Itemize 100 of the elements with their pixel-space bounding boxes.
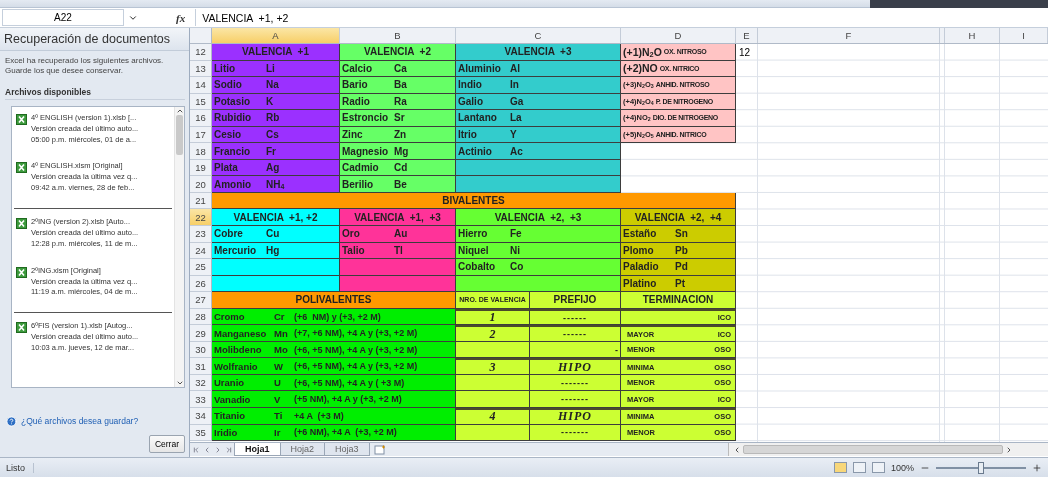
element-symbol: Rb (266, 112, 280, 124)
row-header[interactable]: 33 (190, 391, 212, 409)
row-header[interactable]: 27 (190, 292, 212, 309)
element-name: Uranio (214, 377, 246, 389)
element-name: Paladio (623, 261, 660, 273)
slider-thumb[interactable] (978, 461, 984, 474)
header-cell: BIVALENTES (212, 192, 736, 210)
element-symbol: V (274, 393, 282, 405)
element-name: Oro (342, 228, 361, 240)
scroll-thumb[interactable] (743, 445, 1003, 454)
row-header[interactable]: 29 (190, 325, 212, 342)
element-symbol: Na (266, 79, 279, 91)
element-symbol: Co (510, 261, 524, 273)
column-header[interactable]: C (456, 28, 621, 43)
row-header[interactable]: 14 (190, 77, 212, 94)
scroll-left-icon[interactable] (733, 445, 741, 454)
row-header[interactable]: 22 (190, 209, 212, 226)
element-name: Niquel (458, 244, 490, 256)
header-cell: VALENCIA +1, +2 (212, 209, 340, 226)
element-name: Radio (342, 95, 371, 107)
spreadsheet-file-icon (16, 113, 27, 125)
close-button[interactable]: Cerrar (148, 434, 185, 453)
row-header[interactable]: 18 (190, 143, 212, 160)
row-header[interactable]: 20 (190, 176, 212, 193)
column-header[interactable]: H (945, 28, 1000, 43)
element-name: Potasio (214, 95, 252, 107)
row-header[interactable]: 12 (190, 44, 212, 61)
sheet-tab[interactable]: Hoja3 (324, 443, 370, 456)
column-header[interactable]: I (1000, 28, 1048, 43)
element-name: Rubidio (214, 112, 253, 124)
formula-field[interactable]: VALENCIA +1, +2 (195, 9, 1048, 26)
sheet-tab[interactable]: Hoja1 (234, 443, 281, 456)
sheet-tab[interactable]: Hoja2 (279, 443, 326, 456)
element-symbol: Hg (266, 244, 280, 256)
list-title: Archivos disponibles (5, 86, 185, 100)
column-header[interactable]: B (340, 28, 456, 43)
element-symbol: Cr (274, 311, 286, 322)
column-header[interactable]: F (758, 28, 940, 43)
element-name: Estroncio (342, 112, 390, 124)
oxide-formula: (+1)N$_{2}$O (623, 45, 662, 58)
element-name: Bario (342, 79, 369, 91)
element-name: Plata (214, 162, 239, 174)
element-symbol: Mo (274, 344, 289, 356)
element-symbol: Ga (510, 95, 524, 107)
scrollbar[interactable] (174, 106, 184, 387)
function-label[interactable]: fx (176, 11, 186, 24)
element-symbol: Cu (266, 228, 280, 240)
name-box[interactable]: A22 (2, 9, 124, 26)
element-name: Molibdeno (214, 344, 263, 356)
element-symbol: Mn (274, 327, 289, 339)
element-name: Hierro (458, 228, 489, 240)
element-name: Itrio (458, 129, 478, 140)
element-name: Lantano (458, 112, 498, 124)
scroll-thumb[interactable] (176, 114, 183, 155)
element-name: Cadmio (342, 162, 380, 174)
spreadsheet-file-icon (16, 162, 27, 174)
row-header[interactable]: 16 (190, 110, 212, 127)
element-name: Sodio (214, 79, 243, 91)
valence-note: (+6 NM) y (+3, +2 M) (294, 311, 381, 322)
page-break-icon[interactable] (871, 462, 885, 473)
element-name: Cesio (214, 129, 243, 140)
row-header[interactable]: 34 (190, 408, 212, 425)
element-symbol: Ir (274, 426, 282, 438)
column-header[interactable]: D (621, 28, 736, 43)
scroll-right-icon[interactable] (1005, 445, 1013, 454)
normal-view-icon[interactable] (833, 462, 847, 473)
scrollbar[interactable] (728, 443, 1048, 456)
element-symbol: NH$_{4}$ (266, 178, 285, 190)
header-cell: VALENCIA +1 (212, 44, 340, 61)
dash-text: ------ (563, 312, 587, 323)
element-symbol: Pd (675, 261, 688, 273)
column-header[interactable]: E (736, 28, 758, 43)
new-sheet-icon[interactable] (373, 444, 386, 455)
column-header[interactable]: A (212, 28, 340, 43)
element-symbol: Ra (394, 95, 407, 107)
header-cell: TERMINACION (621, 292, 736, 309)
valence-note: (+6, +5 NM), +4 A y (+3, +2 M) (294, 361, 418, 372)
valence-number: 2 (489, 327, 496, 341)
help-icon (6, 415, 17, 427)
table-cell-text: 12 (738, 45, 752, 60)
element-name: Berilio (342, 178, 375, 190)
element-symbol: Pb (675, 244, 688, 256)
row-header[interactable]: 23 (190, 226, 212, 243)
element-name: Litio (214, 62, 237, 74)
element-symbol: Tl (394, 244, 403, 256)
element-name: Galio (458, 95, 484, 107)
header-cell: VALENCIA +2, +4 (621, 209, 736, 226)
element-name: Cobre (214, 228, 244, 240)
element-name: Iridio (214, 426, 239, 438)
row-header[interactable]: 31 (190, 358, 212, 375)
element-name: Magnesio (342, 145, 390, 157)
dash-text: ------- (561, 394, 589, 405)
page-layout-icon[interactable] (852, 462, 866, 473)
help-link[interactable]: ¿Qué archivos desea guardar? (6, 415, 189, 427)
element-symbol: Al (510, 62, 520, 74)
element-symbol: Ni (510, 244, 520, 256)
row-header[interactable]: 25 (190, 259, 212, 276)
zoom-in-icon[interactable] (1032, 462, 1042, 473)
element-symbol: Zn (394, 129, 407, 140)
element-symbol: Ca (394, 62, 407, 74)
